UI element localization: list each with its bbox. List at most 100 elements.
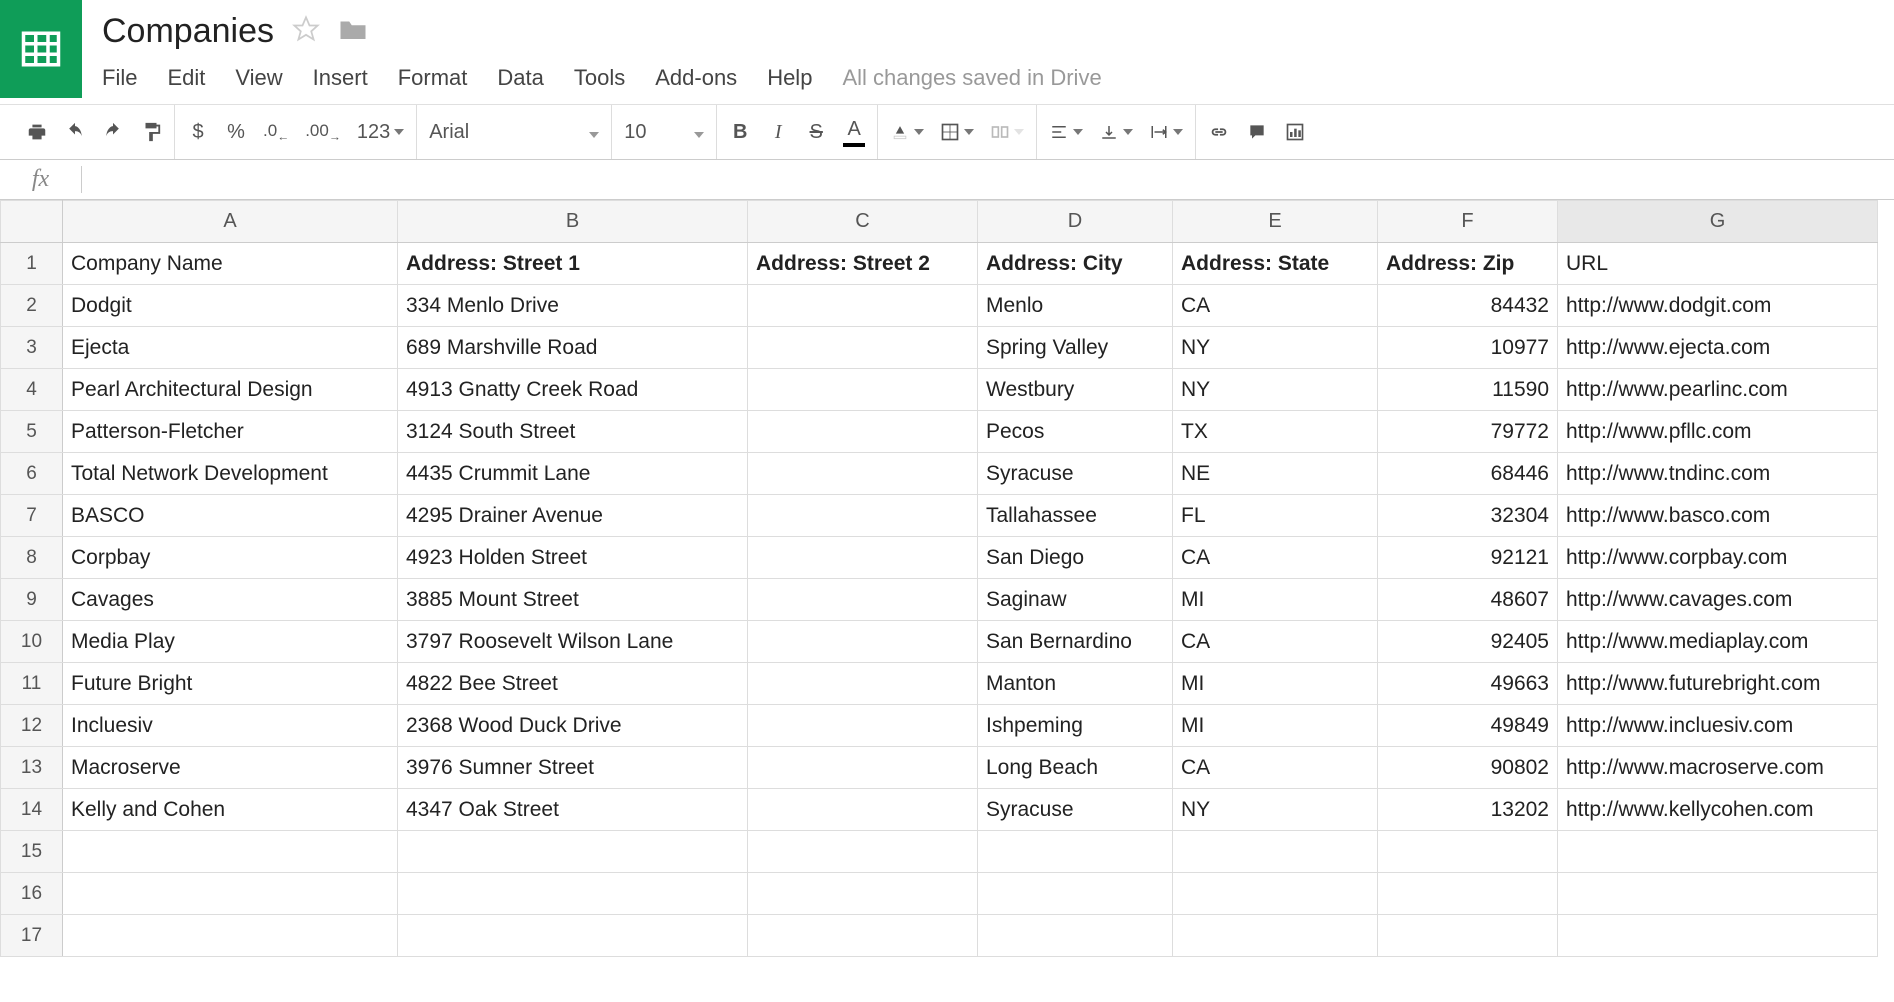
cell[interactable]: MI xyxy=(1173,663,1378,705)
folder-icon[interactable] xyxy=(338,16,368,47)
cell[interactable]: 68446 xyxy=(1378,453,1558,495)
cell[interactable] xyxy=(748,663,978,705)
increase-decimal-button[interactable]: .00→ xyxy=(305,116,341,148)
cell[interactable] xyxy=(1378,831,1558,873)
cell[interactable] xyxy=(398,915,748,957)
cell[interactable] xyxy=(748,453,978,495)
cell[interactable]: http://www.pfllc.com xyxy=(1558,411,1878,453)
italic-button[interactable]: I xyxy=(767,116,789,148)
cell[interactable]: Total Network Development xyxy=(63,453,398,495)
cell[interactable]: Saginaw xyxy=(978,579,1173,621)
cell[interactable]: http://www.dodgit.com xyxy=(1558,285,1878,327)
cell[interactable]: http://www.pearlinc.com xyxy=(1558,369,1878,411)
cell[interactable]: 4913 Gnatty Creek Road xyxy=(398,369,748,411)
cell[interactable]: CA xyxy=(1173,621,1378,663)
percent-button[interactable]: % xyxy=(225,116,247,148)
menu-format[interactable]: Format xyxy=(398,65,468,91)
vertical-align-button[interactable] xyxy=(1099,116,1133,148)
cell[interactable]: 3885 Mount Street xyxy=(398,579,748,621)
cell[interactable]: 3797 Roosevelt Wilson Lane xyxy=(398,621,748,663)
column-header-D[interactable]: D xyxy=(978,201,1173,243)
cell[interactable] xyxy=(1378,915,1558,957)
cell[interactable]: Corpbay xyxy=(63,537,398,579)
cell[interactable]: Macroserve xyxy=(63,747,398,789)
cell[interactable]: San Bernardino xyxy=(978,621,1173,663)
column-header-A[interactable]: A xyxy=(63,201,398,243)
cell[interactable]: Address: City xyxy=(978,243,1173,285)
cell[interactable]: 3124 South Street xyxy=(398,411,748,453)
paint-format-icon[interactable] xyxy=(140,116,162,148)
row-header[interactable]: 5 xyxy=(1,411,63,453)
row-header[interactable]: 17 xyxy=(1,915,63,957)
menu-addons[interactable]: Add-ons xyxy=(655,65,737,91)
cell[interactable]: 11590 xyxy=(1378,369,1558,411)
cell[interactable] xyxy=(978,873,1173,915)
row-header[interactable]: 9 xyxy=(1,579,63,621)
cell[interactable] xyxy=(748,327,978,369)
column-header-B[interactable]: B xyxy=(398,201,748,243)
decrease-decimal-button[interactable]: .0← xyxy=(263,116,289,148)
redo-icon[interactable] xyxy=(102,116,124,148)
number-format-button[interactable]: 123 xyxy=(357,116,404,148)
cell[interactable]: CA xyxy=(1173,747,1378,789)
cell[interactable] xyxy=(748,831,978,873)
cell[interactable]: http://www.cavages.com xyxy=(1558,579,1878,621)
cell[interactable]: http://www.mediaplay.com xyxy=(1558,621,1878,663)
cell[interactable]: 4435 Crummit Lane xyxy=(398,453,748,495)
cell[interactable] xyxy=(748,747,978,789)
cell[interactable] xyxy=(978,831,1173,873)
cell[interactable] xyxy=(1558,831,1878,873)
column-header-C[interactable]: C xyxy=(748,201,978,243)
cell[interactable] xyxy=(1558,915,1878,957)
text-color-button[interactable]: A xyxy=(843,116,865,148)
font-family-select[interactable]: Arial xyxy=(429,121,599,144)
menu-edit[interactable]: Edit xyxy=(167,65,205,91)
cell[interactable]: http://www.ejecta.com xyxy=(1558,327,1878,369)
cell[interactable]: Kelly and Cohen xyxy=(63,789,398,831)
cell[interactable]: http://www.basco.com xyxy=(1558,495,1878,537)
cell[interactable]: 4347 Oak Street xyxy=(398,789,748,831)
cell[interactable]: Company Name xyxy=(63,243,398,285)
cell[interactable] xyxy=(398,831,748,873)
cell[interactable] xyxy=(748,915,978,957)
cell[interactable]: Address: Street 2 xyxy=(748,243,978,285)
row-header[interactable]: 12 xyxy=(1,705,63,747)
cell[interactable]: NY xyxy=(1173,369,1378,411)
cell[interactable]: http://www.incluesiv.com xyxy=(1558,705,1878,747)
row-header[interactable]: 2 xyxy=(1,285,63,327)
cell[interactable]: San Diego xyxy=(978,537,1173,579)
cell[interactable]: 92405 xyxy=(1378,621,1558,663)
cell[interactable] xyxy=(1173,873,1378,915)
menu-help[interactable]: Help xyxy=(767,65,812,91)
cell[interactable] xyxy=(1173,831,1378,873)
cell[interactable]: MI xyxy=(1173,579,1378,621)
cell[interactable]: 689 Marshville Road xyxy=(398,327,748,369)
cell[interactable]: Ishpeming xyxy=(978,705,1173,747)
cell[interactable]: 4822 Bee Street xyxy=(398,663,748,705)
cell[interactable]: 92121 xyxy=(1378,537,1558,579)
spreadsheet-grid[interactable]: ABCDEFG1Company NameAddress: Street 1Add… xyxy=(0,200,1878,957)
cell[interactable] xyxy=(1558,873,1878,915)
row-header[interactable]: 6 xyxy=(1,453,63,495)
menu-tools[interactable]: Tools xyxy=(574,65,625,91)
cell[interactable]: http://www.futurebright.com xyxy=(1558,663,1878,705)
cell[interactable]: Address: Street 1 xyxy=(398,243,748,285)
cell[interactable] xyxy=(748,369,978,411)
cell[interactable]: Address: State xyxy=(1173,243,1378,285)
cell[interactable]: NE xyxy=(1173,453,1378,495)
row-header[interactable]: 3 xyxy=(1,327,63,369)
cell[interactable]: Ejecta xyxy=(63,327,398,369)
cell[interactable] xyxy=(978,915,1173,957)
menu-file[interactable]: File xyxy=(102,65,137,91)
insert-comment-icon[interactable] xyxy=(1246,116,1268,148)
cell[interactable] xyxy=(748,285,978,327)
strikethrough-button[interactable]: S xyxy=(805,116,827,148)
cell[interactable]: http://www.tndinc.com xyxy=(1558,453,1878,495)
row-header[interactable]: 7 xyxy=(1,495,63,537)
row-header[interactable]: 16 xyxy=(1,873,63,915)
cell[interactable]: 49849 xyxy=(1378,705,1558,747)
cell[interactable]: NY xyxy=(1173,327,1378,369)
cell[interactable]: Media Play xyxy=(63,621,398,663)
print-icon[interactable] xyxy=(26,116,48,148)
font-size-select[interactable]: 10 xyxy=(624,121,704,144)
